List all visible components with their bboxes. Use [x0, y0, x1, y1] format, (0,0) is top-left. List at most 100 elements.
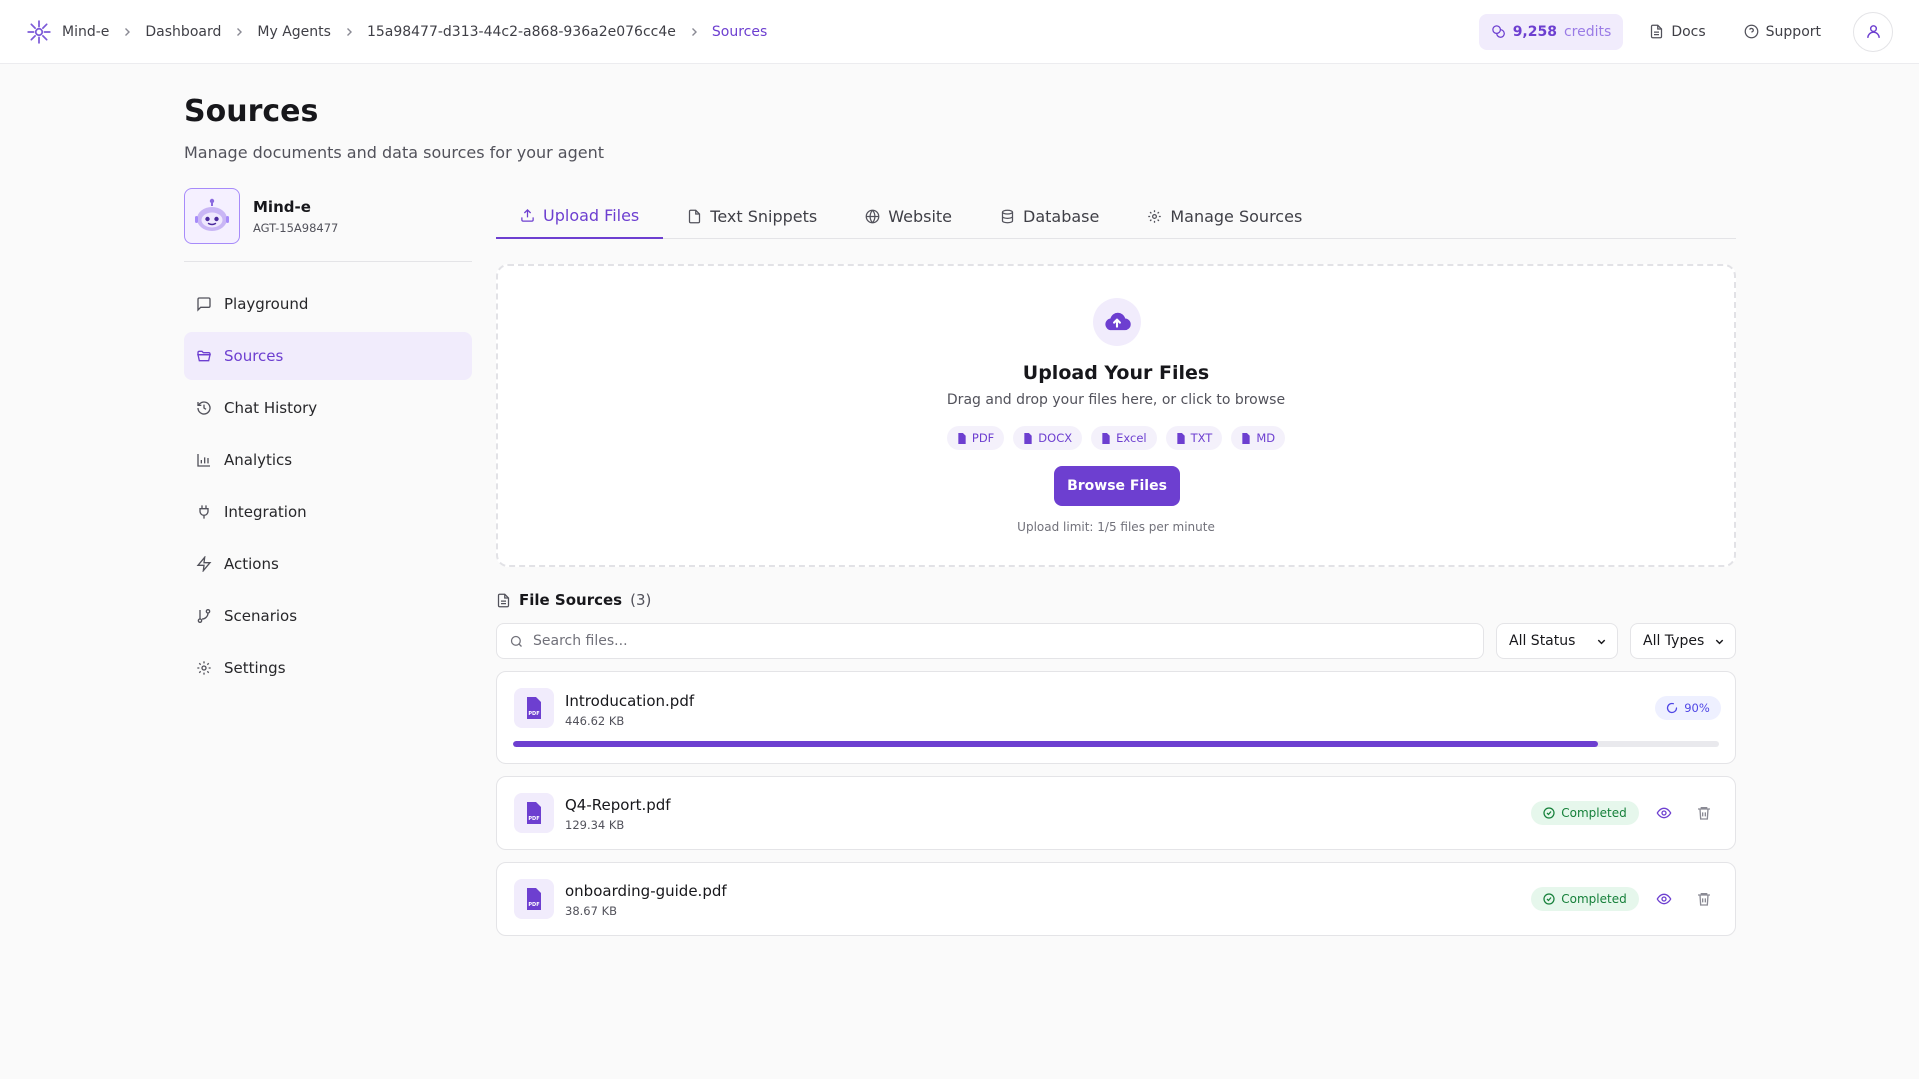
sidebar-item-label: Integration — [224, 503, 307, 521]
upload-progress-badge: 90% — [1655, 696, 1721, 720]
file-type-chip: MD — [1231, 426, 1286, 450]
agent-name: Mind-e — [253, 198, 311, 216]
trash-icon — [1698, 893, 1710, 906]
eye-icon — [1656, 807, 1672, 819]
sidebar-item-integration[interactable]: Integration — [184, 488, 472, 536]
file-row: PDF onboarding-guide.pdf 38.67 KB Comple… — [496, 862, 1736, 936]
support-link[interactable]: Support — [1732, 14, 1833, 50]
credits-value: 9,258 — [1512, 23, 1557, 40]
sidebar-item-actions[interactable]: Actions — [184, 540, 472, 588]
agent-avatar — [184, 188, 240, 244]
progress-label: 90% — [1684, 701, 1710, 715]
file-sources-title: File Sources — [519, 591, 623, 609]
sidebar-item-analytics[interactable]: Analytics — [184, 436, 472, 484]
breadcrumb-my-agents[interactable]: My Agents — [257, 24, 331, 40]
brand-logo-icon[interactable] — [26, 19, 52, 45]
sidebar-item-playground[interactable]: Playground — [184, 280, 472, 328]
sidebar-nav: Playground Sources Chat History Analytic… — [184, 280, 472, 696]
tab-upload-files[interactable]: Upload Files — [496, 194, 664, 239]
source-tabs: Upload Files Text Snippets Website Datab… — [496, 194, 1736, 239]
breadcrumb-app[interactable]: Mind-e — [62, 24, 109, 40]
chevron-right-icon — [125, 27, 131, 36]
credits-badge[interactable]: 9,258 credits — [1478, 13, 1624, 50]
page-subtitle: Manage documents and data sources for yo… — [184, 143, 605, 162]
file-type-label: TXT — [1190, 431, 1213, 445]
tab-label: Website — [888, 207, 952, 226]
chevron-right-icon — [237, 27, 243, 36]
user-menu-button[interactable] — [1853, 11, 1893, 52]
upload-dropzone[interactable]: Upload Your Files Drag and drop your fil… — [496, 264, 1736, 567]
globe-icon — [865, 209, 880, 224]
upload-subtitle: Drag and drop your files here, or click … — [946, 392, 1286, 408]
sidebar-item-label: Sources — [224, 347, 284, 365]
pdf-icon: PDF — [514, 793, 554, 833]
document-icon — [1651, 24, 1663, 39]
file-type-chip: TXT — [1165, 426, 1223, 450]
upload-icon — [521, 208, 534, 222]
file-type-label: MD — [1256, 431, 1276, 445]
pdf-icon: PDF — [514, 688, 554, 728]
delete-file-button[interactable] — [1691, 800, 1717, 826]
chevron-right-icon — [346, 27, 352, 36]
file-type-label: Excel — [1116, 431, 1147, 445]
message-square-icon — [197, 297, 211, 312]
topbar-actions: 9,258 credits Docs Support — [1478, 11, 1893, 52]
sidebar-item-label: Playground — [224, 295, 309, 313]
tab-website[interactable]: Website — [841, 194, 976, 239]
breadcrumb-agent-id[interactable]: 15a98477-d313-44c2-a868-936a2e076cc4e — [367, 24, 676, 40]
docs-link[interactable]: Docs — [1637, 14, 1717, 50]
file-row: PDF Introducation.pdf 446.62 KB 90% — [496, 671, 1736, 764]
svg-text:PDF: PDF — [528, 902, 539, 908]
database-icon — [1001, 209, 1014, 224]
sidebar-item-label: Settings — [224, 659, 286, 677]
breadcrumb-dashboard[interactable]: Dashboard — [145, 24, 221, 40]
sidebar-item-label: Chat History — [224, 399, 318, 417]
svg-text:PDF: PDF — [528, 711, 539, 717]
page-title: Sources — [184, 94, 319, 129]
coins-icon — [1491, 25, 1505, 38]
file-search — [496, 623, 1484, 659]
robot-icon — [195, 198, 229, 231]
sidebar-item-chat-history[interactable]: Chat History — [184, 384, 472, 432]
upload-progress-fill — [513, 741, 1599, 747]
upload-progress-bar — [513, 741, 1719, 747]
tab-database[interactable]: Database — [976, 194, 1123, 239]
top-bar: Mind-e Dashboard My Agents 15a98477-d313… — [0, 0, 1919, 64]
delete-file-button[interactable] — [1691, 886, 1717, 912]
document-icon — [497, 593, 510, 607]
sidebar-item-label: Scenarios — [224, 607, 298, 625]
sidebar-item-scenarios[interactable]: Scenarios — [184, 592, 472, 640]
check-circle-icon — [1543, 807, 1555, 819]
sidebar-item-sources[interactable]: Sources — [184, 332, 472, 380]
zap-icon — [196, 556, 212, 572]
breadcrumb-current: Sources — [711, 23, 768, 40]
file-name: Introducation.pdf — [565, 692, 695, 710]
file-name: Q4-Report.pdf — [565, 796, 671, 814]
file-type-label: DOCX — [1038, 431, 1073, 445]
search-input[interactable] — [533, 633, 1433, 649]
upload-limit-text: Upload limit: 1/5 files per minute — [1017, 520, 1215, 534]
agent-id: AGT-15A98477 — [253, 221, 339, 235]
support-label: Support — [1765, 23, 1821, 40]
upload-cloud-icon — [1093, 298, 1141, 346]
status-label: Completed — [1561, 892, 1627, 906]
spinner-icon — [1667, 702, 1678, 714]
view-file-button[interactable] — [1651, 886, 1677, 912]
plug-icon — [199, 505, 209, 519]
view-file-button[interactable] — [1651, 800, 1677, 826]
sidebar-item-label: Actions — [224, 555, 279, 573]
file-type-chip: PDF — [946, 426, 1005, 450]
type-filter-select[interactable]: All Types — [1630, 623, 1736, 659]
gear-icon — [197, 661, 211, 675]
status-filter-select[interactable]: All Status — [1496, 623, 1618, 659]
sidebar-item-settings[interactable]: Settings — [184, 644, 472, 692]
file-type-chip: Excel — [1091, 426, 1157, 450]
history-icon — [197, 401, 211, 415]
file-type-label: PDF — [971, 431, 995, 445]
check-circle-icon — [1543, 893, 1555, 905]
browse-files-button[interactable]: Browse Files — [1054, 466, 1180, 506]
tab-manage-sources[interactable]: Manage Sources — [1123, 194, 1326, 239]
tab-label: Text Snippets — [710, 207, 818, 226]
tab-text-snippets[interactable]: Text Snippets — [663, 194, 841, 239]
status-label: Completed — [1561, 806, 1627, 820]
